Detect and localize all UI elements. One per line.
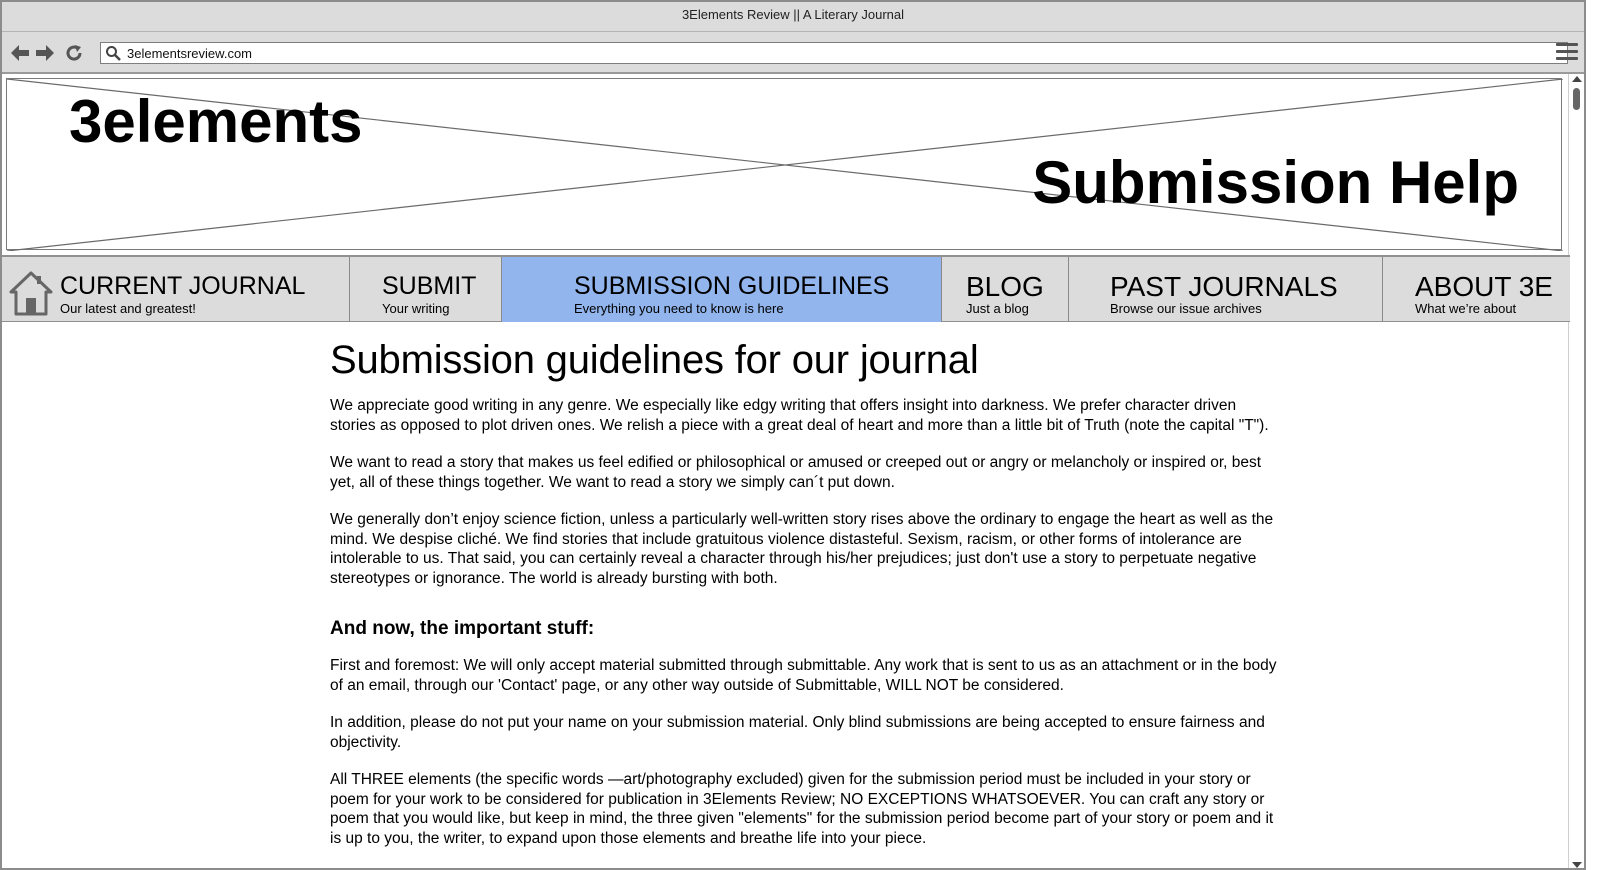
nav-title: SUBMIT	[382, 272, 477, 300]
browser-window: 3Elements Review || A Literary Journal 3…	[0, 0, 1586, 870]
home-icon	[9, 271, 53, 316]
nav-blog[interactable]: BLOG Just a blog	[942, 257, 1069, 322]
arrow-right-icon	[36, 45, 54, 61]
rule-paragraph: First and foremost: We will only accept …	[330, 657, 1277, 694]
nav-title: BLOG	[966, 271, 1044, 302]
page-banner-title: Submission Help	[1032, 149, 1519, 216]
nav-subtitle: Your writing	[382, 301, 450, 316]
site-logo[interactable]: 3elements	[69, 92, 363, 152]
nav-subtitle: What we’re about	[1415, 301, 1517, 316]
nav-subtitle: Just a blog	[966, 301, 1029, 316]
scroll-down-arrow[interactable]	[1572, 862, 1582, 868]
nav-subtitle: Browse our issue archives	[1110, 301, 1262, 316]
search-icon	[106, 46, 121, 61]
scroll-thumb[interactable]	[1573, 88, 1580, 110]
address-bar[interactable]: 3elementsreview.com	[100, 42, 1568, 64]
reload-icon	[66, 45, 82, 61]
url-text: 3elementsreview.com	[127, 46, 252, 61]
nav-subtitle: Our latest and greatest!	[60, 301, 196, 316]
nav-title: SUBMISSION GUIDELINES	[574, 272, 890, 300]
browser-toolbar: 3elementsreview.com	[2, 32, 1584, 74]
nav-submit[interactable]: SUBMIT Your writing	[350, 257, 502, 322]
header-banner: 3elements Submission Help	[6, 78, 1563, 251]
forward-button[interactable]	[35, 43, 55, 63]
vertical-scrollbar[interactable]	[1568, 74, 1584, 868]
nav-about[interactable]: ABOUT 3E What we’re about	[1383, 257, 1584, 322]
rule-paragraph: All THREE elements (the specific words —…	[330, 771, 1274, 847]
reload-button[interactable]	[64, 43, 84, 63]
nav-subtitle: Everything you need to know is here	[574, 301, 784, 316]
guideline-paragraph: We generally don’t enjoy science fiction…	[330, 511, 1274, 587]
nav-past-journals[interactable]: PAST JOURNALS Browse our issue archives	[1069, 257, 1383, 322]
main-content: Submission guidelines for our journal We…	[330, 338, 1280, 866]
hamburger-menu-icon[interactable]	[1556, 43, 1578, 63]
arrow-left-icon	[11, 45, 29, 61]
main-navigation: CURRENT JOURNAL Our latest and greatest!…	[2, 255, 1570, 322]
rule-paragraph: In addition, please do not put your name…	[330, 714, 1265, 751]
scroll-up-arrow[interactable]	[1572, 76, 1582, 82]
nav-submission-guidelines[interactable]: SUBMISSION GUIDELINES Everything you nee…	[502, 257, 942, 322]
window-title: 3Elements Review || A Literary Journal	[2, 2, 1584, 32]
nav-title: PAST JOURNALS	[1110, 271, 1338, 302]
nav-current-journal[interactable]: CURRENT JOURNAL Our latest and greatest!	[2, 257, 350, 322]
nav-title: ABOUT 3E	[1415, 271, 1553, 302]
section-subheading: And now, the important stuff:	[330, 618, 595, 639]
guideline-paragraph: We want to read a story that makes us fe…	[330, 454, 1262, 491]
back-button[interactable]	[10, 43, 30, 63]
page-heading: Submission guidelines for our journal	[330, 338, 979, 382]
nav-title: CURRENT JOURNAL	[60, 272, 306, 300]
guideline-paragraph: We appreciate good writing in any genre.…	[330, 397, 1269, 434]
